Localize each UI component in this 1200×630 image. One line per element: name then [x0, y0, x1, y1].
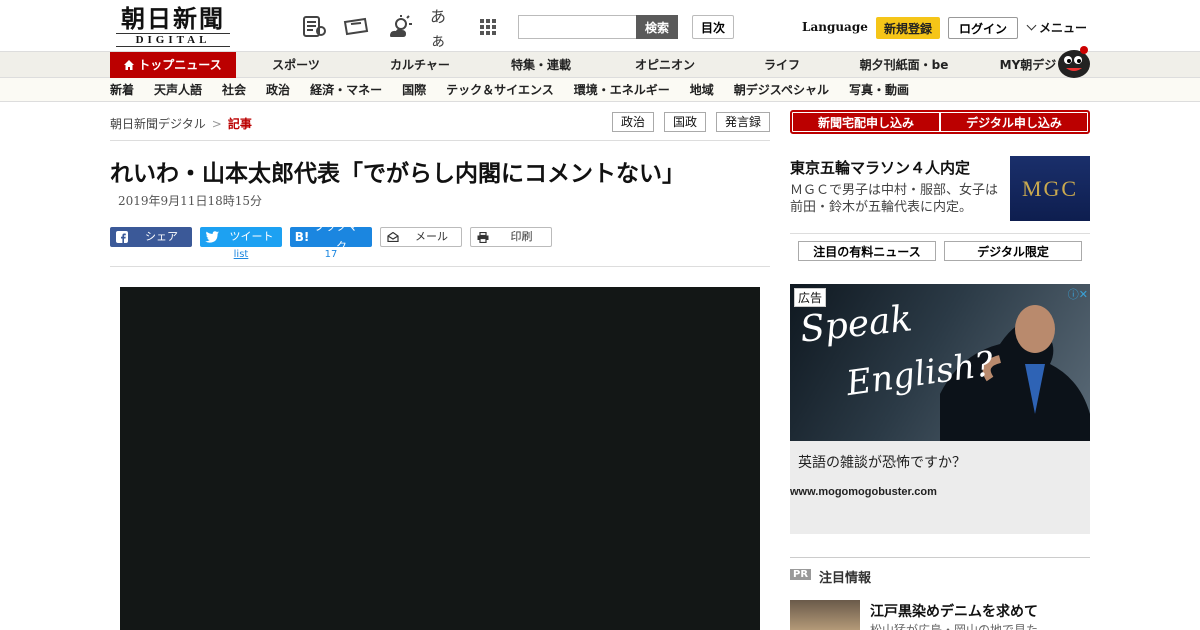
menu-button[interactable]: メニュー: [1026, 19, 1088, 36]
main-nav: トップニュース スポーツ カルチャー 特集・連載 オピニオン ライフ 朝夕刊紙面…: [0, 52, 1200, 78]
ad-close-icon[interactable]: ⓘ✕: [1068, 286, 1088, 302]
hatena-bookmark-count[interactable]: 17: [290, 249, 372, 260]
logo-sub-text: DIGITAL: [116, 33, 230, 47]
newspaper-icon[interactable]: [300, 13, 328, 41]
pr-item-title[interactable]: 江戸黒染めデニムを求めて: [870, 601, 1038, 621]
search-input[interactable]: [518, 15, 638, 39]
thumbnail-text: MGC: [1021, 175, 1079, 201]
print-icon: [474, 227, 492, 247]
breadcrumb-separator: >: [211, 117, 222, 131]
tag-national[interactable]: 国政: [664, 112, 706, 132]
nav-item-sports[interactable]: スポーツ: [236, 52, 356, 78]
featured-news-title[interactable]: 東京五輪マラソン４人内定: [790, 157, 970, 178]
weather-icon[interactable]: [386, 13, 414, 41]
twitter-list-link[interactable]: list: [200, 249, 282, 260]
nav-item-top-news[interactable]: トップニュース: [110, 52, 236, 78]
register-button[interactable]: 新規登録: [876, 17, 940, 39]
featured-news-desc[interactable]: ＭＧＣで男子は中村・服部、女子は前田・鈴木が五輪代表に内定。: [790, 182, 1004, 216]
twitter-share-button[interactable]: ツイート: [200, 227, 282, 247]
article-headline: れいわ・山本太郎代表「でがらし内閣にコメントない」: [110, 161, 685, 187]
language-link[interactable]: Language: [802, 20, 868, 34]
subscribe-digital-button[interactable]: デジタル申し込み: [941, 113, 1087, 131]
subnav-item-new[interactable]: 新着: [110, 78, 134, 102]
tag-politics[interactable]: 政治: [612, 112, 654, 132]
site-header: 朝日新聞 DIGITAL あぁ 検索 目次 Language 新規登録 ログイン…: [0, 0, 1200, 52]
nav-item-label: トップニュース: [138, 58, 222, 72]
index-button[interactable]: 目次: [692, 15, 734, 39]
divider: [790, 557, 1090, 558]
facebook-share-button[interactable]: シェア: [110, 227, 192, 247]
article-date: 2019年9月11日18時15分: [118, 194, 262, 208]
search-button[interactable]: 検索: [636, 15, 678, 39]
subscribe-paper-button[interactable]: 新聞宅配申し込み: [793, 113, 939, 131]
twitter-icon: [203, 227, 221, 247]
subnav-item-tech[interactable]: テック＆サイエンス: [446, 78, 554, 102]
subnav-item-environment[interactable]: 環境・エネルギー: [574, 78, 670, 102]
subnav-item-region[interactable]: 地域: [690, 78, 714, 102]
mail-icon: [384, 227, 402, 247]
mascot-icon[interactable]: [1054, 44, 1092, 78]
print-label: 印刷: [510, 230, 533, 243]
sub-nav: 新着 天声人語 社会 政治 経済・マネー 国際 テック＆サイエンス 環境・エネル…: [0, 78, 1200, 102]
font-size-label: あぁ: [430, 7, 447, 50]
subnav-item-special[interactable]: 朝デジスペシャル: [734, 78, 829, 102]
nav-item-culture[interactable]: カルチャー: [356, 52, 484, 78]
breadcrumb-current: 記事: [227, 117, 252, 131]
advertisement[interactable]: 広告 ⓘ✕ Speak English? 英語の雑談が恐怖ですか？ www.mo…: [790, 284, 1090, 534]
tag-remarks[interactable]: 発言録: [716, 112, 770, 132]
divider: [790, 233, 1090, 234]
subnav-item-international[interactable]: 国際: [402, 78, 426, 102]
tab-digital-only[interactable]: デジタル限定: [944, 241, 1082, 261]
facebook-icon: [113, 227, 131, 247]
chevron-down-icon: [1026, 20, 1037, 31]
featured-news-thumbnail[interactable]: MGC: [1010, 156, 1090, 221]
print-button[interactable]: 印刷: [470, 227, 552, 247]
home-icon: [124, 53, 135, 70]
subnav-item-economy[interactable]: 経済・マネー: [310, 78, 382, 102]
breadcrumb: 朝日新聞デジタル > 記事: [110, 115, 252, 132]
tab-paid-news[interactable]: 注目の有料ニュース: [798, 241, 936, 261]
mail-share-button[interactable]: メール: [380, 227, 462, 247]
ad-url[interactable]: www.mogomogobuster.com: [790, 486, 937, 498]
nav-item-features[interactable]: 特集・連載: [484, 52, 598, 78]
subscribe-box: 新聞宅配申し込み デジタル申し込み: [790, 110, 1090, 134]
pr-badge: PR: [790, 569, 812, 580]
logo-main-text: 朝日新聞: [121, 4, 225, 33]
ad-text[interactable]: 英語の雑談が恐怖ですか？: [798, 452, 966, 472]
nav-item-life[interactable]: ライフ: [732, 52, 832, 78]
divider: [110, 140, 770, 141]
video-player[interactable]: [120, 287, 760, 630]
subnav-item-politics[interactable]: 政治: [266, 78, 290, 102]
nav-item-paper[interactable]: 朝夕刊紙面・be: [832, 52, 976, 78]
twitter-share-label: ツイート: [229, 230, 274, 243]
pr-thumbnail[interactable]: [790, 600, 860, 630]
font-size-icon[interactable]: あぁ: [430, 7, 458, 50]
divider: [110, 266, 770, 267]
ad-label: 広告: [794, 288, 827, 307]
login-button[interactable]: ログイン: [948, 17, 1018, 39]
menu-label: メニュー: [1039, 21, 1088, 35]
ad-image[interactable]: 広告 ⓘ✕ Speak English?: [790, 284, 1090, 441]
mail-share-label: メール: [415, 230, 448, 243]
subnav-item-photo[interactable]: 写真・動画: [849, 78, 909, 102]
apps-grid-icon[interactable]: [474, 13, 502, 41]
subnav-item-society[interactable]: 社会: [222, 78, 246, 102]
coupon-icon[interactable]: [342, 13, 370, 41]
site-logo[interactable]: 朝日新聞 DIGITAL: [116, 6, 230, 48]
hatena-bookmark-button[interactable]: B! ブックマーク: [290, 220, 372, 253]
hatena-bookmark-icon: B!: [294, 230, 310, 244]
subnav-item-tensei[interactable]: 天声人語: [154, 78, 202, 102]
pr-item-desc[interactable]: 松山猛が広島・岡山の地で見た: [870, 621, 1038, 630]
facebook-share-label: シェア: [145, 230, 178, 243]
pr-section-title: 注目情報: [819, 571, 872, 586]
nav-item-opinion[interactable]: オピニオン: [598, 52, 732, 78]
breadcrumb-home[interactable]: 朝日新聞デジタル: [110, 117, 206, 131]
